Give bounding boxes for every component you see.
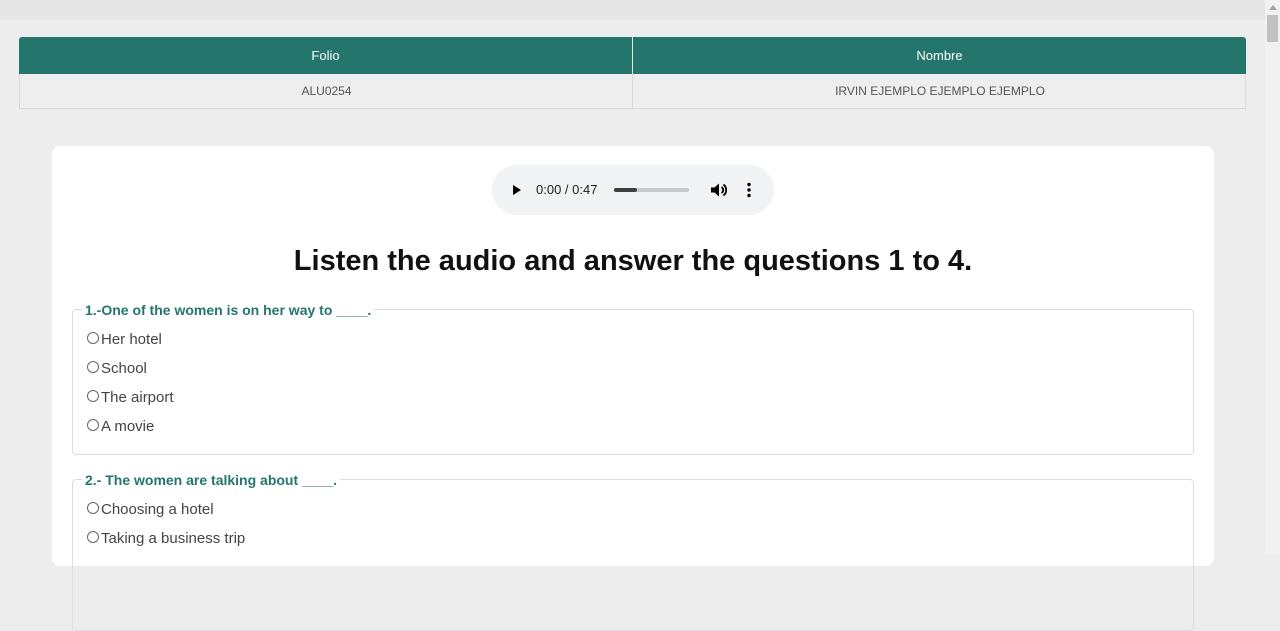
option-label: A movie <box>101 418 155 435</box>
question-2: 2.- The women are talking about ____. Ch… <box>72 471 1194 631</box>
scroll-up-arrow-icon[interactable] <box>1265 0 1280 14</box>
option-label: School <box>101 360 147 377</box>
play-icon[interactable] <box>513 185 521 195</box>
question-1-prompt: 1.-One of the women is on her way to ___… <box>82 301 375 319</box>
header-folio: Folio <box>311 48 340 63</box>
folio-value: ALU0254 <box>301 84 352 98</box>
scrollbar-thumb[interactable] <box>1267 15 1278 42</box>
radio-button[interactable] <box>87 390 99 403</box>
radio-button[interactable] <box>87 332 99 345</box>
option-label: Taking a business trip <box>101 530 246 547</box>
audio-progress-fill <box>614 188 637 192</box>
student-info-table: Folio Nombre ALU0254 IRVIN EJEMPLO EJEMP… <box>19 37 1246 109</box>
option-label: Choosing a hotel <box>101 501 214 518</box>
quiz-card: 0:00 / 0:47 Listen the audio and answer … <box>52 146 1214 631</box>
vertical-scrollbar[interactable] <box>1265 0 1280 555</box>
option-a-movie[interactable]: A movie <box>87 417 154 437</box>
option-the-airport[interactable]: The airport <box>87 388 174 408</box>
option-label: The airport <box>101 389 174 406</box>
radio-button[interactable] <box>87 531 99 544</box>
more-options-icon[interactable] <box>746 182 752 198</box>
radio-button[interactable] <box>87 502 99 515</box>
option-choosing-a-hotel[interactable]: Choosing a hotel <box>87 500 214 520</box>
table-header-row: Folio Nombre <box>19 37 1246 74</box>
option-label: Her hotel <box>101 331 162 348</box>
audio-player[interactable]: 0:00 / 0:47 <box>492 165 774 215</box>
radio-button[interactable] <box>87 361 99 374</box>
nombre-value: IRVIN EJEMPLO EJEMPLO EJEMPLO <box>835 84 1045 98</box>
audio-time: 0:00 / 0:47 <box>536 182 598 197</box>
question-2-prompt: 2.- The women are talking about ____. <box>82 471 341 489</box>
audio-progress-bar[interactable] <box>614 188 689 192</box>
row-divider <box>632 74 633 108</box>
option-school[interactable]: School <box>87 359 147 379</box>
table-row: ALU0254 IRVIN EJEMPLO EJEMPLO EJEMPLO <box>19 74 1246 109</box>
option-her-hotel[interactable]: Her hotel <box>87 330 162 350</box>
volume-icon[interactable] <box>710 182 728 198</box>
section-title: Listen the audio and answer the question… <box>293 245 973 277</box>
question-1: 1.-One of the women is on her way to ___… <box>72 301 1194 455</box>
radio-button[interactable] <box>87 419 99 432</box>
top-strip <box>0 0 1265 20</box>
header-nombre: Nombre <box>916 48 963 63</box>
option-taking-a-business-trip[interactable]: Taking a business trip <box>87 529 245 549</box>
